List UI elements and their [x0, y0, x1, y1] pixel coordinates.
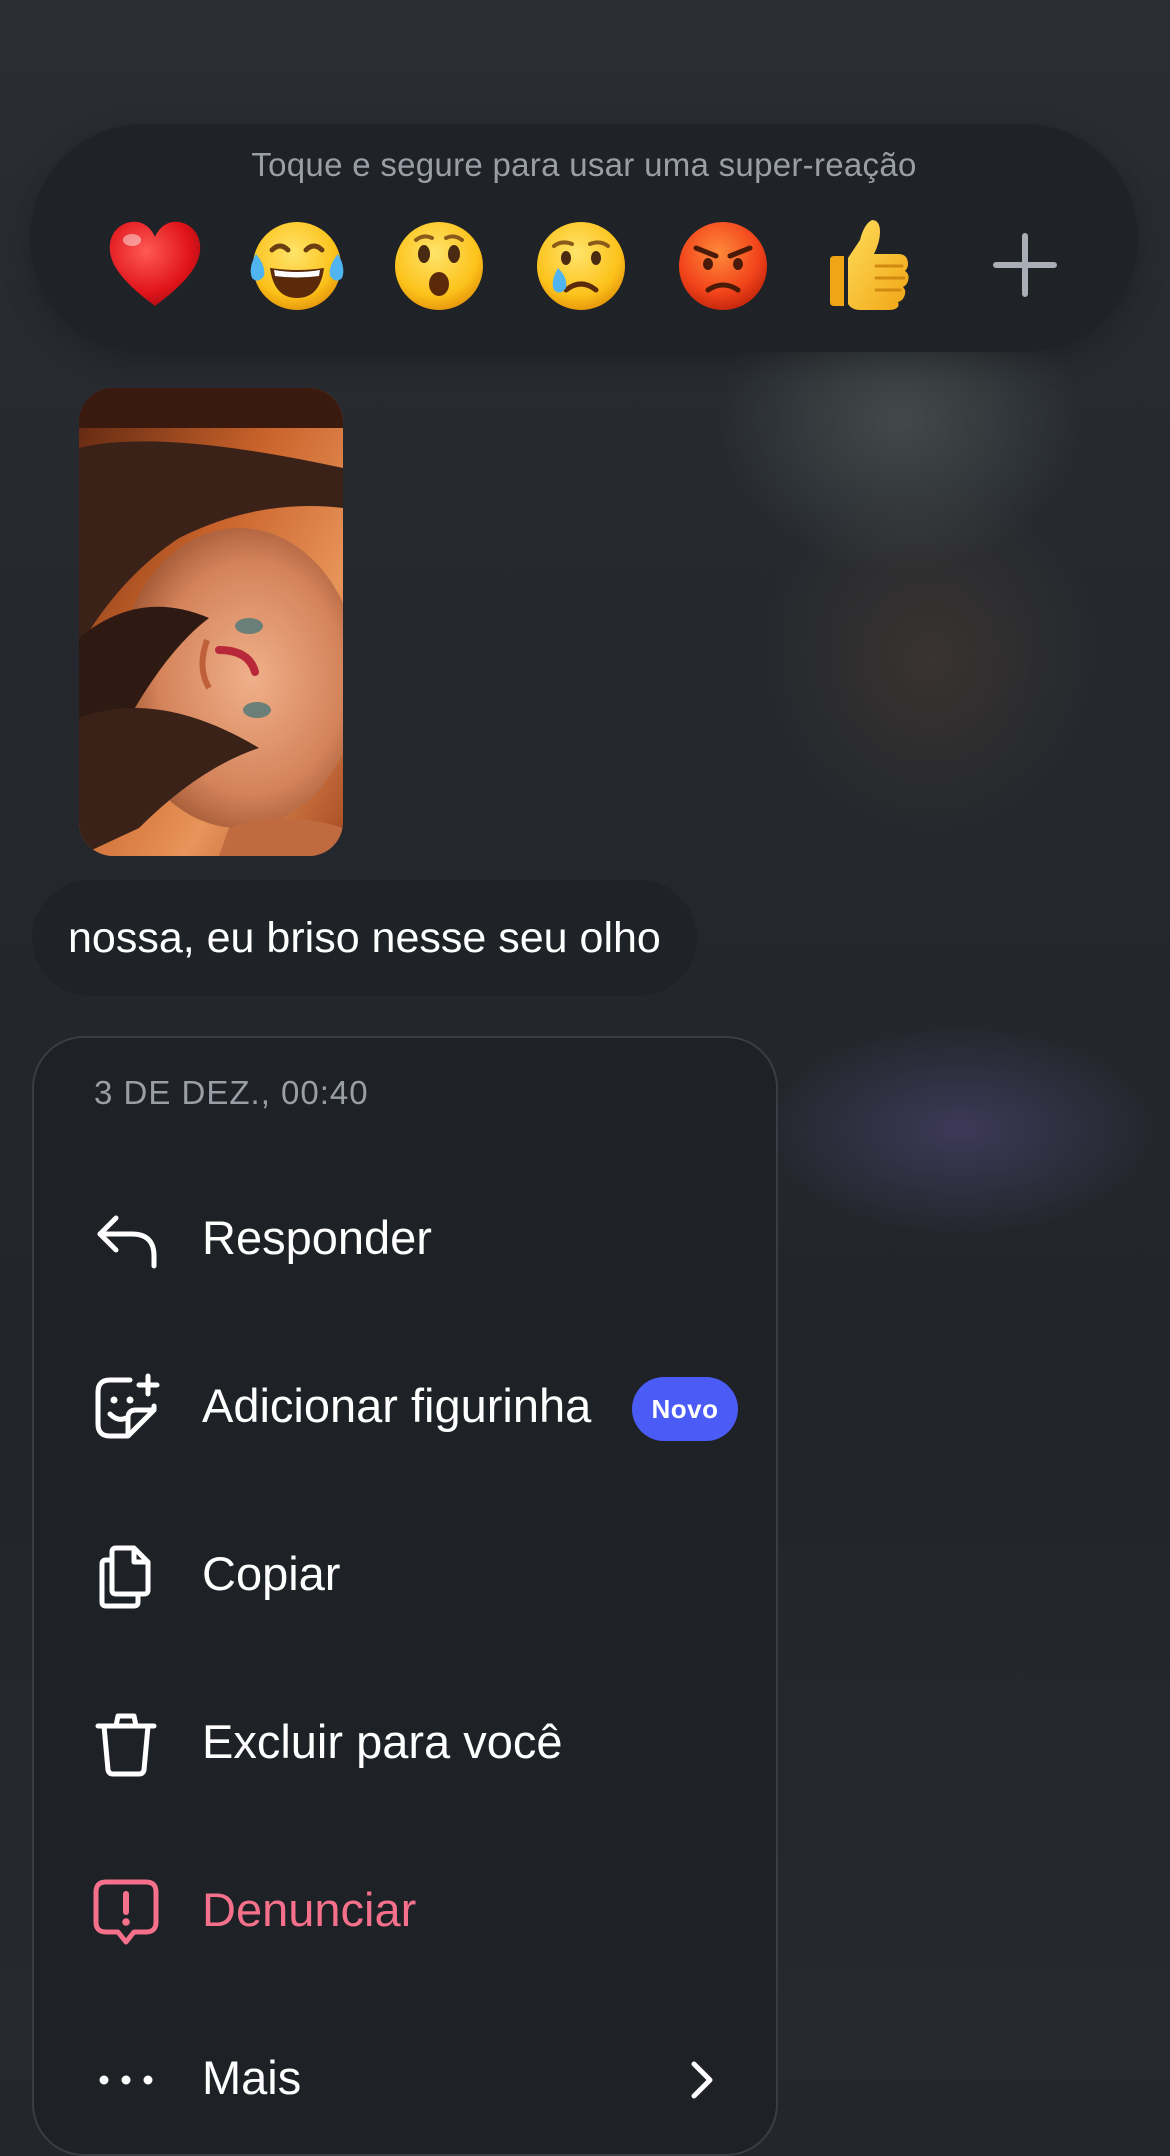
plus-icon[interactable] — [970, 210, 1080, 320]
trash-icon — [90, 1708, 162, 1780]
surprised-emoji[interactable] — [384, 210, 494, 320]
report-icon — [90, 1876, 162, 1948]
crying-emoji[interactable] — [526, 210, 636, 320]
reaction-bar: Toque e segure para usar uma super-reaçã… — [30, 124, 1138, 352]
message-text: nossa, eu briso nesse seu olho — [68, 913, 661, 962]
menu-item-label: Responder — [202, 1211, 432, 1264]
reply-icon — [90, 1204, 162, 1276]
angry-emoji[interactable] — [668, 210, 778, 320]
menu-item-add-sticker[interactable]: Adicionar figurinha Novo — [34, 1346, 776, 1466]
thumbs-up-emoji[interactable] — [810, 210, 920, 320]
copy-icon — [90, 1540, 162, 1612]
menu-item-label: Excluir para você — [202, 1715, 563, 1768]
menu-item-delete[interactable]: Excluir para você — [34, 1682, 776, 1802]
sticker-add-icon — [90, 1372, 162, 1444]
menu-item-label: Denunciar — [202, 1883, 417, 1936]
message-bubble[interactable]: nossa, eu briso nesse seu olho — [32, 880, 697, 996]
tears-of-joy-emoji[interactable] — [242, 210, 352, 320]
menu-item-label: Copiar — [202, 1547, 341, 1600]
menu-item-reply[interactable]: Responder — [34, 1178, 776, 1298]
menu-item-more[interactable]: Mais — [34, 2018, 776, 2138]
photo-message[interactable] — [79, 388, 343, 856]
emoji-row — [100, 210, 1090, 320]
message-timestamp: 3 DE DEZ., 00:40 — [94, 1074, 369, 1111]
menu-item-label: Mais — [202, 2051, 302, 2104]
menu-item-copy[interactable]: Copiar — [34, 1514, 776, 1634]
heart-emoji[interactable] — [100, 210, 210, 320]
more-icon — [90, 2044, 162, 2116]
chevron-right-icon — [691, 2061, 713, 2099]
selfie-photo — [79, 388, 343, 856]
super-reaction-hint: Toque e segure para usar uma super-reaçã… — [251, 146, 917, 183]
new-badge: Novo — [632, 1377, 738, 1441]
menu-item-label: Adicionar figurinha — [202, 1379, 592, 1432]
message-context-menu: 3 DE DEZ., 00:40 Responder Adicionar fig… — [32, 1036, 778, 2156]
menu-item-report[interactable]: Denunciar — [34, 1850, 776, 1970]
